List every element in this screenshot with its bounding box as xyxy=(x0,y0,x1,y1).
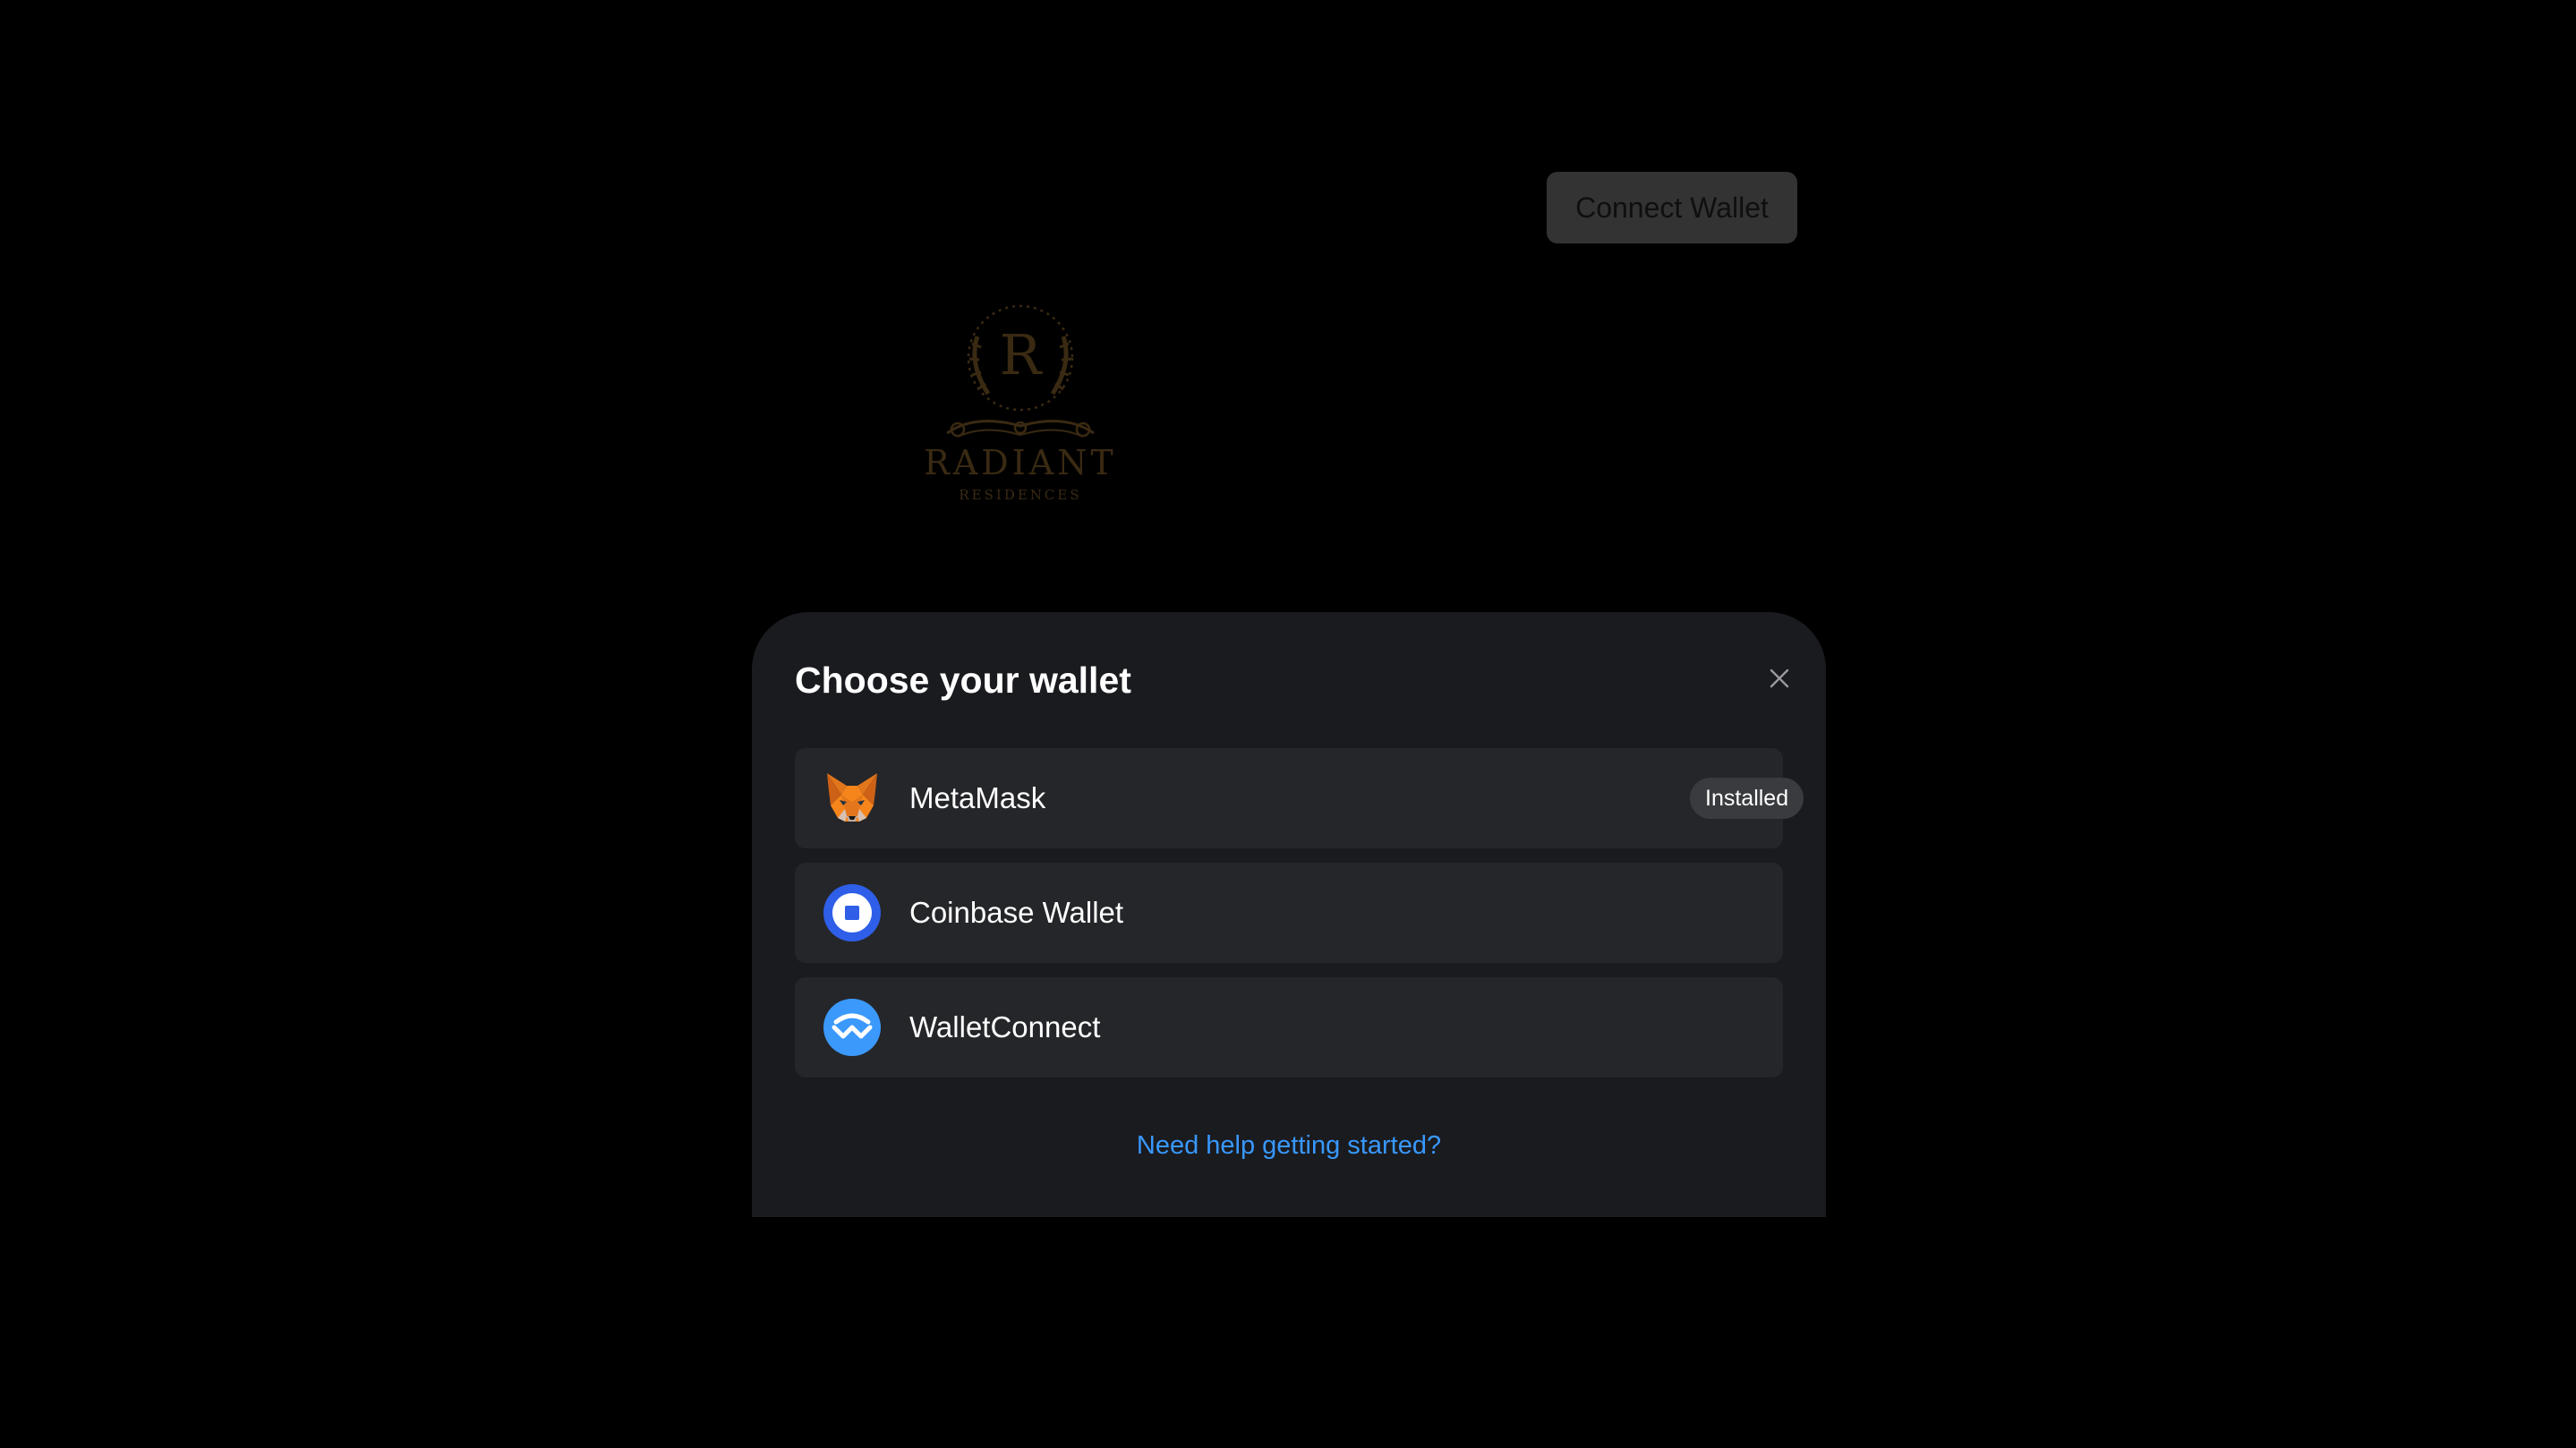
metamask-fox-icon xyxy=(827,773,877,822)
wallet-name: Coinbase Wallet xyxy=(909,896,1124,929)
radiant-residences-logo: R RADIANT RESIDENCES xyxy=(922,301,1119,508)
close-button[interactable] xyxy=(1763,662,1796,694)
wallet-option-walletconnect[interactable]: WalletConnect xyxy=(795,977,1783,1077)
coinbase-icon xyxy=(823,884,881,941)
help-link[interactable]: Need help getting started? xyxy=(752,1128,1826,1163)
close-icon xyxy=(1770,669,1789,688)
wallet-modal: Choose your wallet MetaMask Installed Co… xyxy=(752,612,1826,1217)
wallet-name: WalletConnect xyxy=(909,1010,1101,1043)
logo-emblem: R RADIANT RESIDENCES xyxy=(924,304,1117,503)
installed-badge: Installed xyxy=(1690,778,1804,819)
wallet-name: MetaMask xyxy=(909,781,1046,814)
modal-title: Choose your wallet xyxy=(795,660,1131,701)
logo-subtitle: RESIDENCES xyxy=(959,487,1081,503)
wallet-option-coinbase[interactable]: Coinbase Wallet xyxy=(795,863,1783,963)
logo-monogram: R xyxy=(1000,322,1044,388)
logo-name: RADIANT xyxy=(924,443,1117,482)
walletconnect-icon xyxy=(823,999,881,1056)
wallet-option-metamask[interactable]: MetaMask Installed xyxy=(795,748,1804,848)
connect-wallet-button[interactable]: Connect Wallet xyxy=(1547,172,1797,243)
page: Connect Wallet R RADIANT RESIDENCES Choo… xyxy=(0,0,2576,1448)
